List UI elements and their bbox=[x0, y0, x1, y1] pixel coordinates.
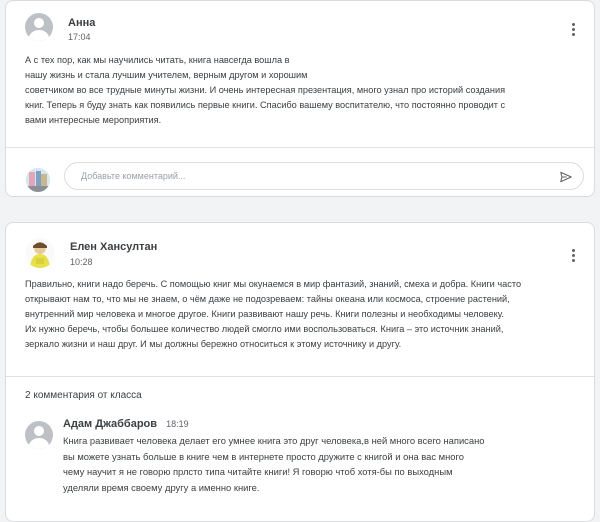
commenter-avatar[interactable] bbox=[25, 421, 53, 449]
post-body: Правильно, книги надо беречь. С помощью … bbox=[25, 279, 522, 349]
comment-body: Книга развивает человека делает его умне… bbox=[63, 435, 485, 493]
avatar-head-icon bbox=[34, 426, 44, 436]
divider bbox=[6, 147, 594, 148]
author-name[interactable]: Елен Хансултан bbox=[70, 241, 157, 253]
commenter-name-text: Адам Джаббаров bbox=[63, 418, 158, 430]
avatar-body-icon bbox=[29, 30, 49, 41]
send-icon[interactable] bbox=[559, 170, 573, 184]
avatar-body-icon bbox=[29, 438, 49, 449]
post-time: 10:28 bbox=[70, 257, 93, 267]
user-photo-icon bbox=[26, 168, 50, 192]
divider bbox=[6, 376, 594, 377]
current-user-avatar bbox=[26, 168, 50, 192]
comment-input[interactable] bbox=[79, 170, 543, 182]
comment-field[interactable] bbox=[64, 162, 584, 190]
post-time: 17:04 bbox=[68, 32, 91, 42]
author-avatar[interactable] bbox=[25, 238, 55, 268]
more-options-icon[interactable] bbox=[568, 248, 578, 264]
post-body: А с тех пор, как мы научились читать, кн… bbox=[25, 55, 506, 125]
class-comments-link[interactable]: 2 комментария от класса bbox=[25, 390, 142, 401]
post-card-anna: Анна 17:04 А с тех пор, как мы научились… bbox=[5, 0, 595, 197]
more-options-icon[interactable] bbox=[568, 22, 578, 38]
commenter-name[interactable]: Адам Джаббаров 18:19 bbox=[63, 418, 189, 430]
author-name[interactable]: Анна bbox=[68, 17, 95, 29]
post-card-elen: Елен Хансултан 10:28 Правильно, книги на… bbox=[5, 222, 595, 522]
avatar-head-icon bbox=[34, 18, 44, 28]
author-avatar[interactable] bbox=[25, 13, 53, 41]
comment-time: 18:19 bbox=[166, 419, 189, 429]
child-photo-icon bbox=[25, 238, 55, 268]
